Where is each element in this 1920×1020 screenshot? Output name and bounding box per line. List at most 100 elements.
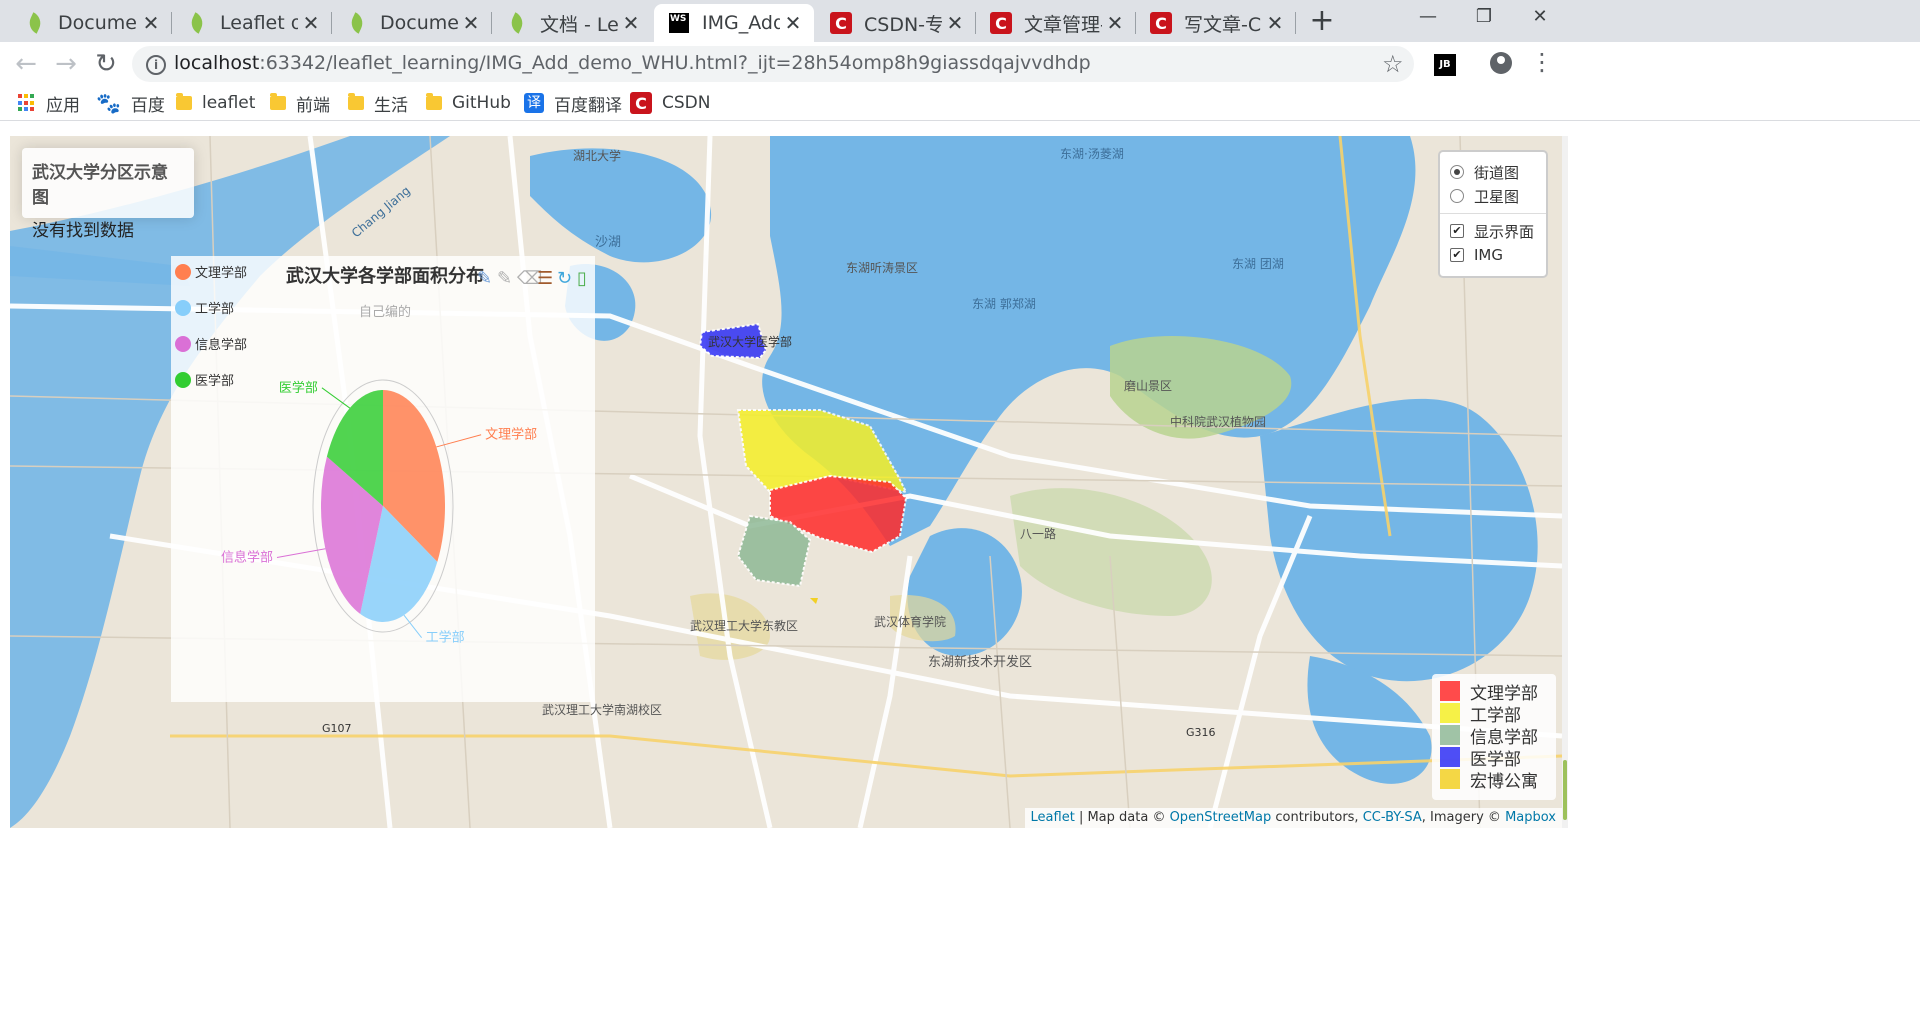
chart-legend-swatch[interactable]: [175, 264, 191, 280]
forward-button[interactable]: →: [52, 50, 80, 78]
bookmark-label: GitHub: [452, 93, 511, 113]
attribution-text: contributors,: [1271, 810, 1363, 825]
bookmark-folder-github[interactable]: GitHub: [426, 92, 511, 114]
checkbox-display[interactable]: ✔: [1450, 224, 1464, 238]
restore-button[interactable]: ❐: [1464, 6, 1504, 32]
tab-title: Documenta: [58, 12, 138, 34]
tab-title: IMG_Add_d: [702, 12, 780, 34]
browser-tab[interactable]: Documenta ✕: [10, 4, 172, 42]
pie-label-line: [321, 387, 351, 409]
radio-satellite[interactable]: [1450, 189, 1464, 203]
leaflet-icon: [346, 12, 368, 34]
page-scrollbar-thumb[interactable]: [1563, 760, 1567, 820]
bookmark-csdn[interactable]: C CSDN: [630, 92, 710, 114]
radio-street[interactable]: [1450, 165, 1464, 179]
map-legend: 文理学部 工学部 信息学部 医学部 宏博公寓: [1432, 674, 1556, 800]
save-image-icon[interactable]: ▯: [577, 268, 587, 289]
folder-icon: [426, 93, 442, 110]
bookmark-baidu-translate[interactable]: 译百度翻译: [524, 92, 622, 116]
leaflet-icon: [506, 12, 528, 34]
tab-title: 文章管理-CS: [1024, 13, 1102, 36]
close-icon[interactable]: ✕: [298, 11, 324, 35]
bookmark-label: 生活: [374, 95, 408, 116]
bookmark-apps[interactable]: 应用: [18, 92, 80, 116]
webstorm-icon: WS: [668, 12, 690, 34]
chart-title: 武汉大学各学部面积分布: [286, 265, 484, 287]
layer-label: IMG: [1474, 246, 1503, 264]
close-icon[interactable]: ✕: [942, 11, 968, 35]
checkbox-img[interactable]: ✔: [1450, 248, 1464, 262]
chart-legend-label[interactable]: 工学部: [195, 301, 234, 317]
folder-icon: [270, 93, 286, 110]
pie-label: 医学部: [279, 380, 318, 396]
url-text[interactable]: localhost:63342/leaflet_learning/IMG_Add…: [174, 52, 1091, 74]
chart-legend-label[interactable]: 医学部: [195, 373, 234, 389]
map-label: G316: [1186, 726, 1216, 739]
tab-title: 文档 - Leafl: [540, 13, 618, 36]
close-icon[interactable]: ✕: [138, 11, 164, 35]
map-label: 武汉体育学院: [874, 614, 946, 629]
bookmark-baidu[interactable]: 🐾 百度: [96, 91, 165, 116]
base-layer-street[interactable]: 街道图: [1450, 160, 1536, 184]
info-icon[interactable]: i: [146, 55, 166, 75]
minimize-button[interactable]: —: [1408, 6, 1448, 32]
browser-tab[interactable]: 文档 - Leafl ✕: [492, 4, 652, 42]
browser-tab[interactable]: Leaflet on M ✕: [172, 4, 332, 42]
new-tab-button[interactable]: +: [1306, 6, 1338, 36]
ccbysa-link[interactable]: CC-BY-SA: [1363, 810, 1422, 825]
baidu-icon: 🐾: [96, 91, 121, 115]
close-icon[interactable]: ✕: [780, 11, 806, 35]
close-icon[interactable]: ✕: [1102, 11, 1128, 35]
undo-mark-icon[interactable]: ✎: [497, 268, 512, 289]
attribution-text: | Map data ©: [1074, 810, 1170, 825]
bookmark-label: 百度翻译: [554, 95, 622, 116]
bookmark-folder-frontend[interactable]: 前端: [270, 92, 330, 116]
restore-icon[interactable]: ↻: [557, 268, 572, 289]
mark-icon[interactable]: ✎: [477, 268, 492, 289]
chart-legend-swatch[interactable]: [175, 300, 191, 316]
map-label: 东湖新技术开发区: [928, 654, 1032, 670]
mapbox-link[interactable]: Mapbox: [1505, 810, 1556, 825]
jetbrains-extension-icon[interactable]: JB: [1434, 54, 1456, 76]
reload-button[interactable]: ↻: [92, 50, 120, 78]
osm-link[interactable]: OpenStreetMap: [1170, 810, 1272, 825]
bookmark-star-icon[interactable]: ☆: [1382, 50, 1404, 78]
csdn-icon: C: [990, 12, 1012, 34]
map-label: 东湖 郭郑湖: [972, 296, 1036, 311]
chart-legend-swatch[interactable]: [175, 336, 191, 352]
close-icon[interactable]: ✕: [1262, 11, 1288, 35]
browser-tab[interactable]: Documenta ✕: [332, 4, 492, 42]
legend-item: 工学部: [1440, 702, 1548, 726]
bookmark-folder-life[interactable]: 生活: [348, 92, 408, 116]
close-icon[interactable]: ✕: [618, 11, 644, 35]
browser-tab[interactable]: C 写文章-CSD ✕: [1136, 4, 1296, 42]
window-close-button[interactable]: ✕: [1520, 6, 1560, 32]
pie-chart[interactable]: 武汉大学各学部面积分布 自己编的 文理学部工学部信息学部医学部 文理学部工学部信…: [171, 256, 595, 702]
leaflet-map[interactable]: 武汉大学医学部 湖北大学 沙湖 东湖·汤菱湖 东湖听涛景区 东湖 团湖 东湖 郭…: [10, 136, 1562, 828]
chart-legend-label[interactable]: 信息学部: [195, 337, 247, 353]
close-icon[interactable]: ✕: [458, 11, 484, 35]
browser-tab-active[interactable]: WS IMG_Add_d ✕: [654, 4, 814, 42]
browser-tab[interactable]: C 文章管理-CS ✕: [976, 4, 1136, 42]
bookmark-label: CSDN: [662, 93, 711, 113]
page-scrollbar[interactable]: [1562, 136, 1568, 828]
browser-tab[interactable]: C CSDN-专业I ✕: [816, 4, 976, 42]
chart-legend-swatch[interactable]: [175, 372, 191, 388]
map-label: G107: [322, 722, 352, 735]
pie-label: 工学部: [426, 630, 465, 646]
legend-swatch: [1440, 681, 1460, 701]
base-layer-satellite[interactable]: 卫星图: [1450, 184, 1536, 208]
data-view-icon[interactable]: ☰: [537, 268, 553, 289]
pie-label: 文理学部: [485, 427, 537, 443]
profile-avatar-icon[interactable]: [1490, 52, 1512, 74]
overlay-display[interactable]: ✔ 显示界面: [1450, 219, 1536, 243]
menu-icon[interactable]: ⋮: [1530, 50, 1554, 74]
back-button[interactable]: ←: [12, 50, 40, 78]
tab-strip: Documenta ✕ Leaflet on M ✕ Documenta ✕ 文…: [0, 0, 1920, 42]
chart-legend-label[interactable]: 文理学部: [195, 265, 247, 281]
overlay-img[interactable]: ✔ IMG: [1450, 243, 1536, 267]
chart-panel: 武汉大学各学部面积分布 自己编的 文理学部 工学部 信息学部 医学部 文理学部 工学部信…: [171, 256, 595, 702]
folder-icon: [176, 93, 192, 110]
leaflet-link[interactable]: Leaflet: [1031, 810, 1075, 825]
bookmark-folder-leaflet[interactable]: leaflet: [176, 92, 255, 114]
